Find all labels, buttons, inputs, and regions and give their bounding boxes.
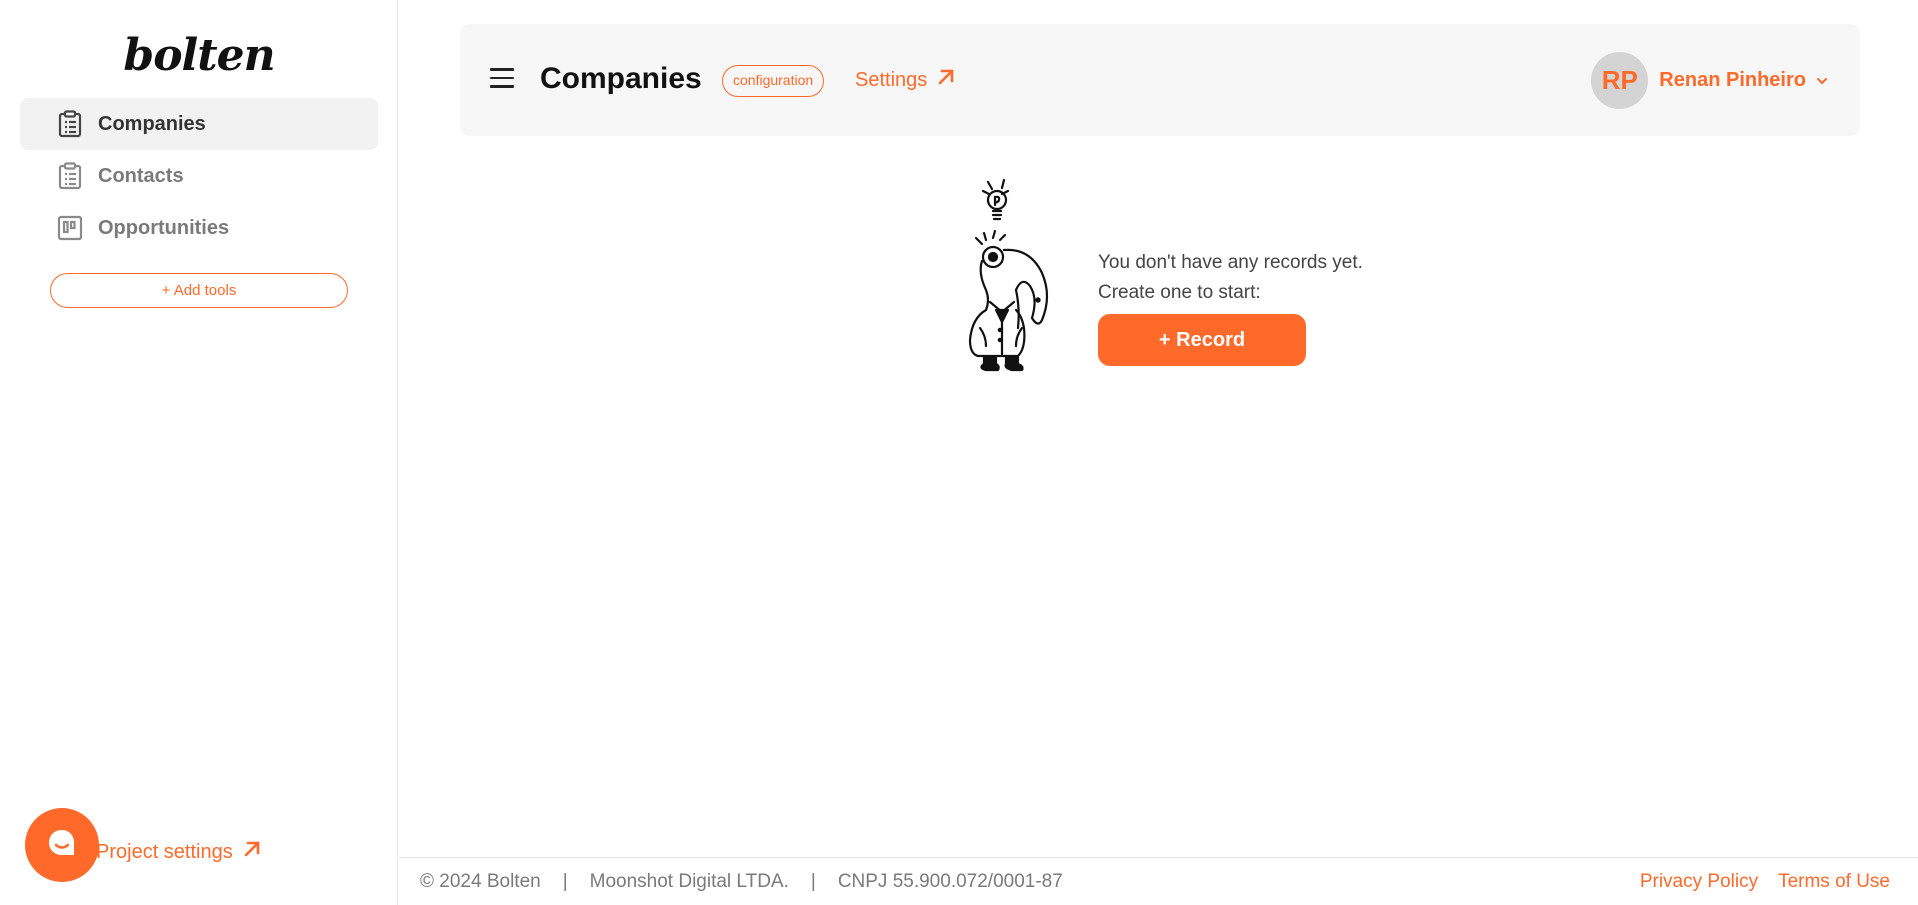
avatar: RP (1591, 52, 1649, 109)
page-title: Companies (540, 62, 702, 95)
bolten-logo[interactable]: bolten (0, 30, 398, 81)
add-record-button[interactable]: + Record (1098, 314, 1306, 366)
clipboard-list-icon (56, 110, 84, 138)
arrow-up-right-icon (937, 68, 955, 92)
page-header: Companies configuration Settings RP Rena… (460, 24, 1860, 136)
footer-legal-info: © 2024 Bolten | Moonshot Digital LTDA. |… (420, 871, 1063, 893)
terms-of-use-link[interactable]: Terms of Use (1778, 871, 1890, 893)
hamburger-menu-icon[interactable] (490, 68, 514, 88)
chat-widget-button[interactable] (25, 808, 99, 882)
empty-state-line-1: You don't have any records yet. (1098, 252, 1363, 273)
sidebar-item-opportunities[interactable]: Opportunities (20, 202, 378, 254)
settings-link[interactable]: Settings (855, 68, 955, 92)
thinking-character-illustration (960, 178, 1060, 374)
clipboard-list-icon (56, 162, 84, 190)
privacy-policy-link[interactable]: Privacy Policy (1640, 871, 1758, 893)
sidebar-nav: Companies Contacts Opportunities (20, 98, 378, 254)
project-settings-link[interactable]: Project settings (96, 840, 261, 864)
empty-state: You don't have any records yet. Create o… (960, 178, 1420, 378)
footer-separator: | (562, 870, 568, 892)
footer-cnpj: CNPJ 55.900.072/0001-87 (837, 870, 1063, 892)
footer: © 2024 Bolten | Moonshot Digital LTDA. |… (399, 857, 1918, 905)
footer-separator: | (810, 870, 816, 892)
user-menu[interactable]: RP Renan Pinheiro (1591, 52, 1828, 109)
empty-state-message: You don't have any records yet. Create o… (1098, 248, 1363, 308)
footer-copyright: © 2024 Bolten (420, 870, 541, 892)
sidebar-item-contacts[interactable]: Contacts (20, 150, 378, 202)
footer-company: Moonshot Digital LTDA. (589, 870, 789, 892)
sidebar: bolten Companies Contacts Opportunities … (0, 0, 398, 905)
user-name: Renan Pinheiro (1659, 69, 1806, 91)
arrow-up-right-icon (243, 840, 261, 864)
sidebar-item-label: Companies (98, 112, 206, 135)
footer-links: Privacy Policy Terms of Use (1640, 871, 1890, 893)
chevron-down-icon (1816, 72, 1828, 90)
chat-icon (45, 826, 79, 865)
kanban-board-icon (56, 214, 84, 242)
settings-label: Settings (855, 68, 928, 91)
sidebar-item-label: Contacts (98, 164, 184, 187)
project-settings-label: Project settings (96, 840, 233, 863)
sidebar-item-label: Opportunities (98, 216, 230, 239)
sidebar-item-companies[interactable]: Companies (20, 98, 378, 150)
add-tools-button[interactable]: + Add tools (50, 273, 348, 308)
logo-text: bolten (123, 30, 275, 81)
configuration-badge[interactable]: configuration (722, 65, 825, 97)
empty-state-line-2: Create one to start: (1098, 282, 1261, 303)
